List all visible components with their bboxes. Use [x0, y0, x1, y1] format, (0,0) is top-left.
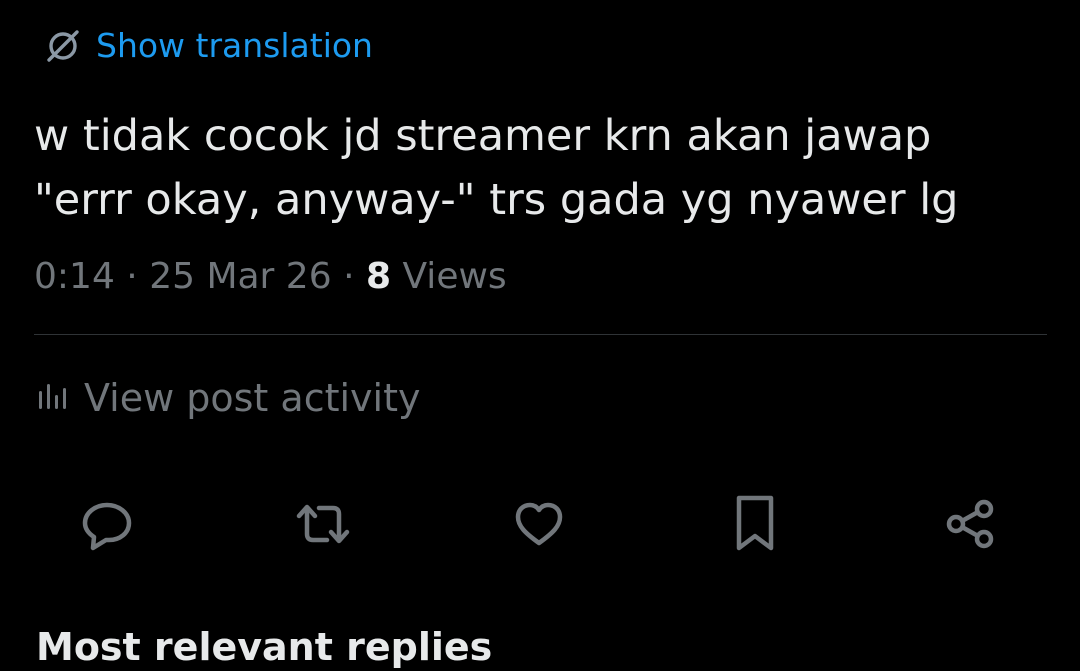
divider: [34, 334, 1047, 335]
show-translation-button[interactable]: Show translation: [44, 26, 373, 66]
post-date: 25 Mar 26: [149, 256, 332, 297]
globe-slash-icon: [44, 27, 82, 65]
view-post-activity-label: View post activity: [84, 376, 421, 420]
repost-arrows-icon: [293, 496, 353, 552]
heart-icon: [511, 496, 567, 552]
repost-button[interactable]: [291, 492, 355, 556]
bookmark-button[interactable]: [723, 492, 787, 556]
replies-section-heading: Most relevant replies: [36, 625, 493, 669]
reply-bubble-icon: [79, 496, 135, 552]
views-count: 8: [365, 256, 392, 297]
analytics-bars-icon: [36, 379, 70, 417]
action-bar: [0, 492, 1080, 556]
reply-button[interactable]: [75, 492, 139, 556]
share-nodes-icon: [942, 496, 998, 552]
post-text: w tidak cocok jd streamer krn akan jawap…: [34, 111, 959, 225]
bookmark-icon: [727, 494, 783, 554]
show-translation-label: Show translation: [96, 26, 373, 65]
post-time: 0:14: [34, 256, 115, 297]
share-button[interactable]: [938, 492, 1002, 556]
meta-separator: ·: [114, 256, 150, 297]
view-post-activity-button[interactable]: View post activity: [36, 374, 420, 422]
views-label: Views: [391, 256, 507, 297]
post-meta: 0:14 · 25 Mar 26 · 8 Views: [34, 254, 507, 300]
like-button[interactable]: [507, 492, 571, 556]
meta-separator: ·: [331, 256, 366, 297]
